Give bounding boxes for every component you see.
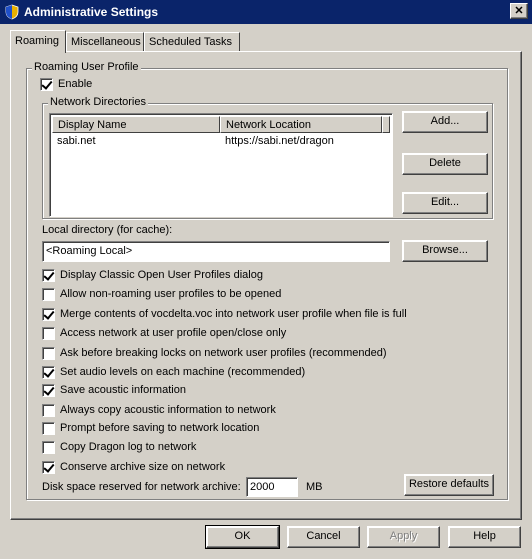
- conserve-archive-size-label: Conserve archive size on network: [60, 461, 226, 473]
- conserve-archive-size-checkbox[interactable]: [42, 461, 55, 474]
- ok-button-label: OK: [234, 530, 251, 542]
- set-audio-levels-checkbox[interactable]: [42, 366, 55, 379]
- list-item-display-name[interactable]: sabi.net: [57, 135, 96, 147]
- ask-before-breaking-locks-label: Ask before breaking locks on network use…: [60, 347, 387, 359]
- browse-button-label: Browse...: [422, 244, 468, 256]
- restore-defaults-label: Restore defaults: [408, 478, 490, 490]
- merge-vocdelta-checkbox[interactable]: [42, 308, 55, 321]
- apply-button[interactable]: Apply: [367, 526, 440, 548]
- list-item-network-location[interactable]: https://sabi.net/dragon: [225, 135, 334, 147]
- cancel-button[interactable]: Cancel: [287, 526, 360, 548]
- display-classic-dialog-checkbox[interactable]: [42, 269, 55, 282]
- save-acoustic-info-label: Save acoustic information: [60, 384, 186, 396]
- always-copy-acoustic-checkbox[interactable]: [42, 404, 55, 417]
- column-header-filler: [382, 116, 390, 133]
- close-icon: ✕: [514, 5, 524, 17]
- tab-label: Roaming: [15, 35, 60, 47]
- network-directories-list[interactable]: Display Name Network Location sabi.net h…: [49, 113, 393, 217]
- display-classic-dialog-label: Display Classic Open User Profiles dialo…: [60, 269, 263, 281]
- enable-label: Enable: [58, 78, 93, 90]
- tab-label: Miscellaneous: [71, 36, 141, 48]
- enable-checkbox[interactable]: [40, 78, 53, 91]
- disk-space-unit: MB: [306, 481, 323, 493]
- cancel-button-label: Cancel: [306, 530, 341, 542]
- ok-button[interactable]: OK: [205, 525, 280, 549]
- roaming-group-legend: Roaming User Profile: [32, 61, 141, 73]
- title-bar: Administrative Settings ✕: [0, 0, 532, 24]
- always-copy-acoustic-label: Always copy acoustic information to netw…: [60, 404, 276, 416]
- merge-vocdelta-label: Merge contents of vocdelta.voc into netw…: [60, 308, 407, 320]
- shield-icon: [5, 4, 19, 20]
- save-acoustic-info-checkbox[interactable]: [42, 384, 55, 397]
- window-title: Administrative Settings: [24, 5, 159, 19]
- browse-button[interactable]: Browse...: [402, 240, 488, 262]
- column-header-display-name[interactable]: Display Name: [52, 116, 220, 133]
- close-button[interactable]: ✕: [510, 3, 528, 19]
- disk-space-label: Disk space reserved for network archive:: [42, 481, 241, 493]
- allow-non-roaming-label: Allow non-roaming user profiles to be op…: [60, 288, 282, 300]
- add-button-label: Add...: [430, 115, 460, 127]
- delete-button[interactable]: Delete: [402, 153, 488, 175]
- edit-button-label: Edit...: [430, 196, 460, 208]
- tab-label: Scheduled Tasks: [149, 36, 232, 48]
- ask-before-breaking-locks-checkbox[interactable]: [42, 347, 55, 360]
- network-directories-legend: Network Directories: [48, 96, 148, 108]
- access-network-open-close-checkbox[interactable]: [42, 327, 55, 340]
- access-network-open-close-label: Access network at user profile open/clos…: [60, 327, 287, 339]
- delete-button-label: Delete: [429, 157, 461, 169]
- tab-roaming[interactable]: Roaming: [10, 30, 66, 53]
- restore-defaults-button[interactable]: Restore defaults: [404, 474, 494, 496]
- tab-scheduled-tasks[interactable]: Scheduled Tasks: [144, 32, 240, 52]
- edit-button[interactable]: Edit...: [402, 192, 488, 214]
- prompt-before-saving-checkbox[interactable]: [42, 422, 55, 435]
- copy-dragon-log-label: Copy Dragon log to network: [60, 441, 197, 453]
- tab-miscellaneous[interactable]: Miscellaneous: [66, 32, 144, 52]
- prompt-before-saving-label: Prompt before saving to network location: [60, 422, 260, 434]
- apply-button-label: Apply: [389, 530, 418, 542]
- copy-dragon-log-checkbox[interactable]: [42, 441, 55, 454]
- help-button[interactable]: Help: [448, 526, 521, 548]
- column-header-network-location[interactable]: Network Location: [220, 116, 382, 133]
- add-button[interactable]: Add...: [402, 111, 488, 133]
- allow-non-roaming-checkbox[interactable]: [42, 288, 55, 301]
- local-directory-label: Local directory (for cache):: [42, 224, 173, 236]
- help-button-label: Help: [473, 530, 496, 542]
- local-directory-input[interactable]: <Roaming Local>: [42, 241, 390, 262]
- disk-space-input[interactable]: 2000: [246, 477, 298, 497]
- set-audio-levels-label: Set audio levels on each machine (recomm…: [60, 366, 306, 378]
